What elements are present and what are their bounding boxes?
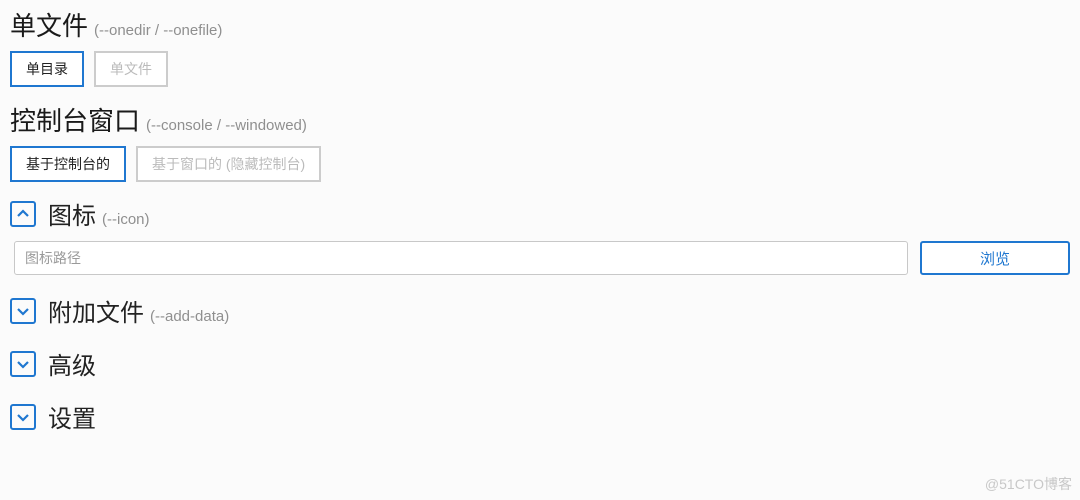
add-data-title: 附加文件 (48, 293, 144, 328)
toggle-windowed[interactable]: 基于窗口的 (隐藏控制台) (136, 146, 321, 182)
section-title-single-file: 单文件 (--onedir / --onefile) (10, 6, 1070, 43)
icon-path-input[interactable] (14, 241, 908, 275)
page-root: 单文件 (--onedir / --onefile) 单目录 单文件 控制台窗口… (0, 0, 1080, 462)
browse-button[interactable]: 浏览 (920, 241, 1070, 275)
accordion-header-add-data[interactable]: 附加文件 (--add-data) (10, 293, 1070, 328)
single-file-title: 单文件 (10, 6, 88, 43)
accordion-header-advanced[interactable]: 高级 (10, 346, 1070, 381)
watermark: @51CTO博客 (985, 474, 1072, 494)
console-title: 控制台窗口 (10, 101, 140, 138)
chevron-up-icon[interactable] (10, 201, 36, 227)
chevron-down-icon[interactable] (10, 351, 36, 377)
advanced-title: 高级 (48, 346, 96, 381)
settings-title: 设置 (48, 399, 96, 434)
icon-title: 图标 (48, 196, 96, 231)
chevron-down-icon[interactable] (10, 298, 36, 324)
console-toggle-row: 基于控制台的 基于窗口的 (隐藏控制台) (10, 146, 1070, 182)
icon-body: 浏览 (10, 241, 1070, 275)
accordion-icon: 图标 (--icon) 浏览 (10, 196, 1070, 275)
section-title-console: 控制台窗口 (--console / --windowed) (10, 101, 1070, 138)
accordion-add-data: 附加文件 (--add-data) (10, 293, 1070, 328)
toggle-console[interactable]: 基于控制台的 (10, 146, 126, 182)
add-data-hint: (--add-data) (150, 308, 229, 325)
single-file-hint: (--onedir / --onefile) (94, 22, 222, 39)
single-file-toggle-row: 单目录 单文件 (10, 51, 1070, 87)
accordion-advanced: 高级 (10, 346, 1070, 381)
icon-hint: (--icon) (102, 211, 150, 228)
console-hint: (--console / --windowed) (146, 117, 307, 134)
toggle-onefile[interactable]: 单文件 (94, 51, 168, 87)
accordion-header-icon[interactable]: 图标 (--icon) (10, 196, 1070, 231)
toggle-onedir[interactable]: 单目录 (10, 51, 84, 87)
accordion-settings: 设置 (10, 399, 1070, 434)
accordion-header-settings[interactable]: 设置 (10, 399, 1070, 434)
chevron-down-icon[interactable] (10, 404, 36, 430)
